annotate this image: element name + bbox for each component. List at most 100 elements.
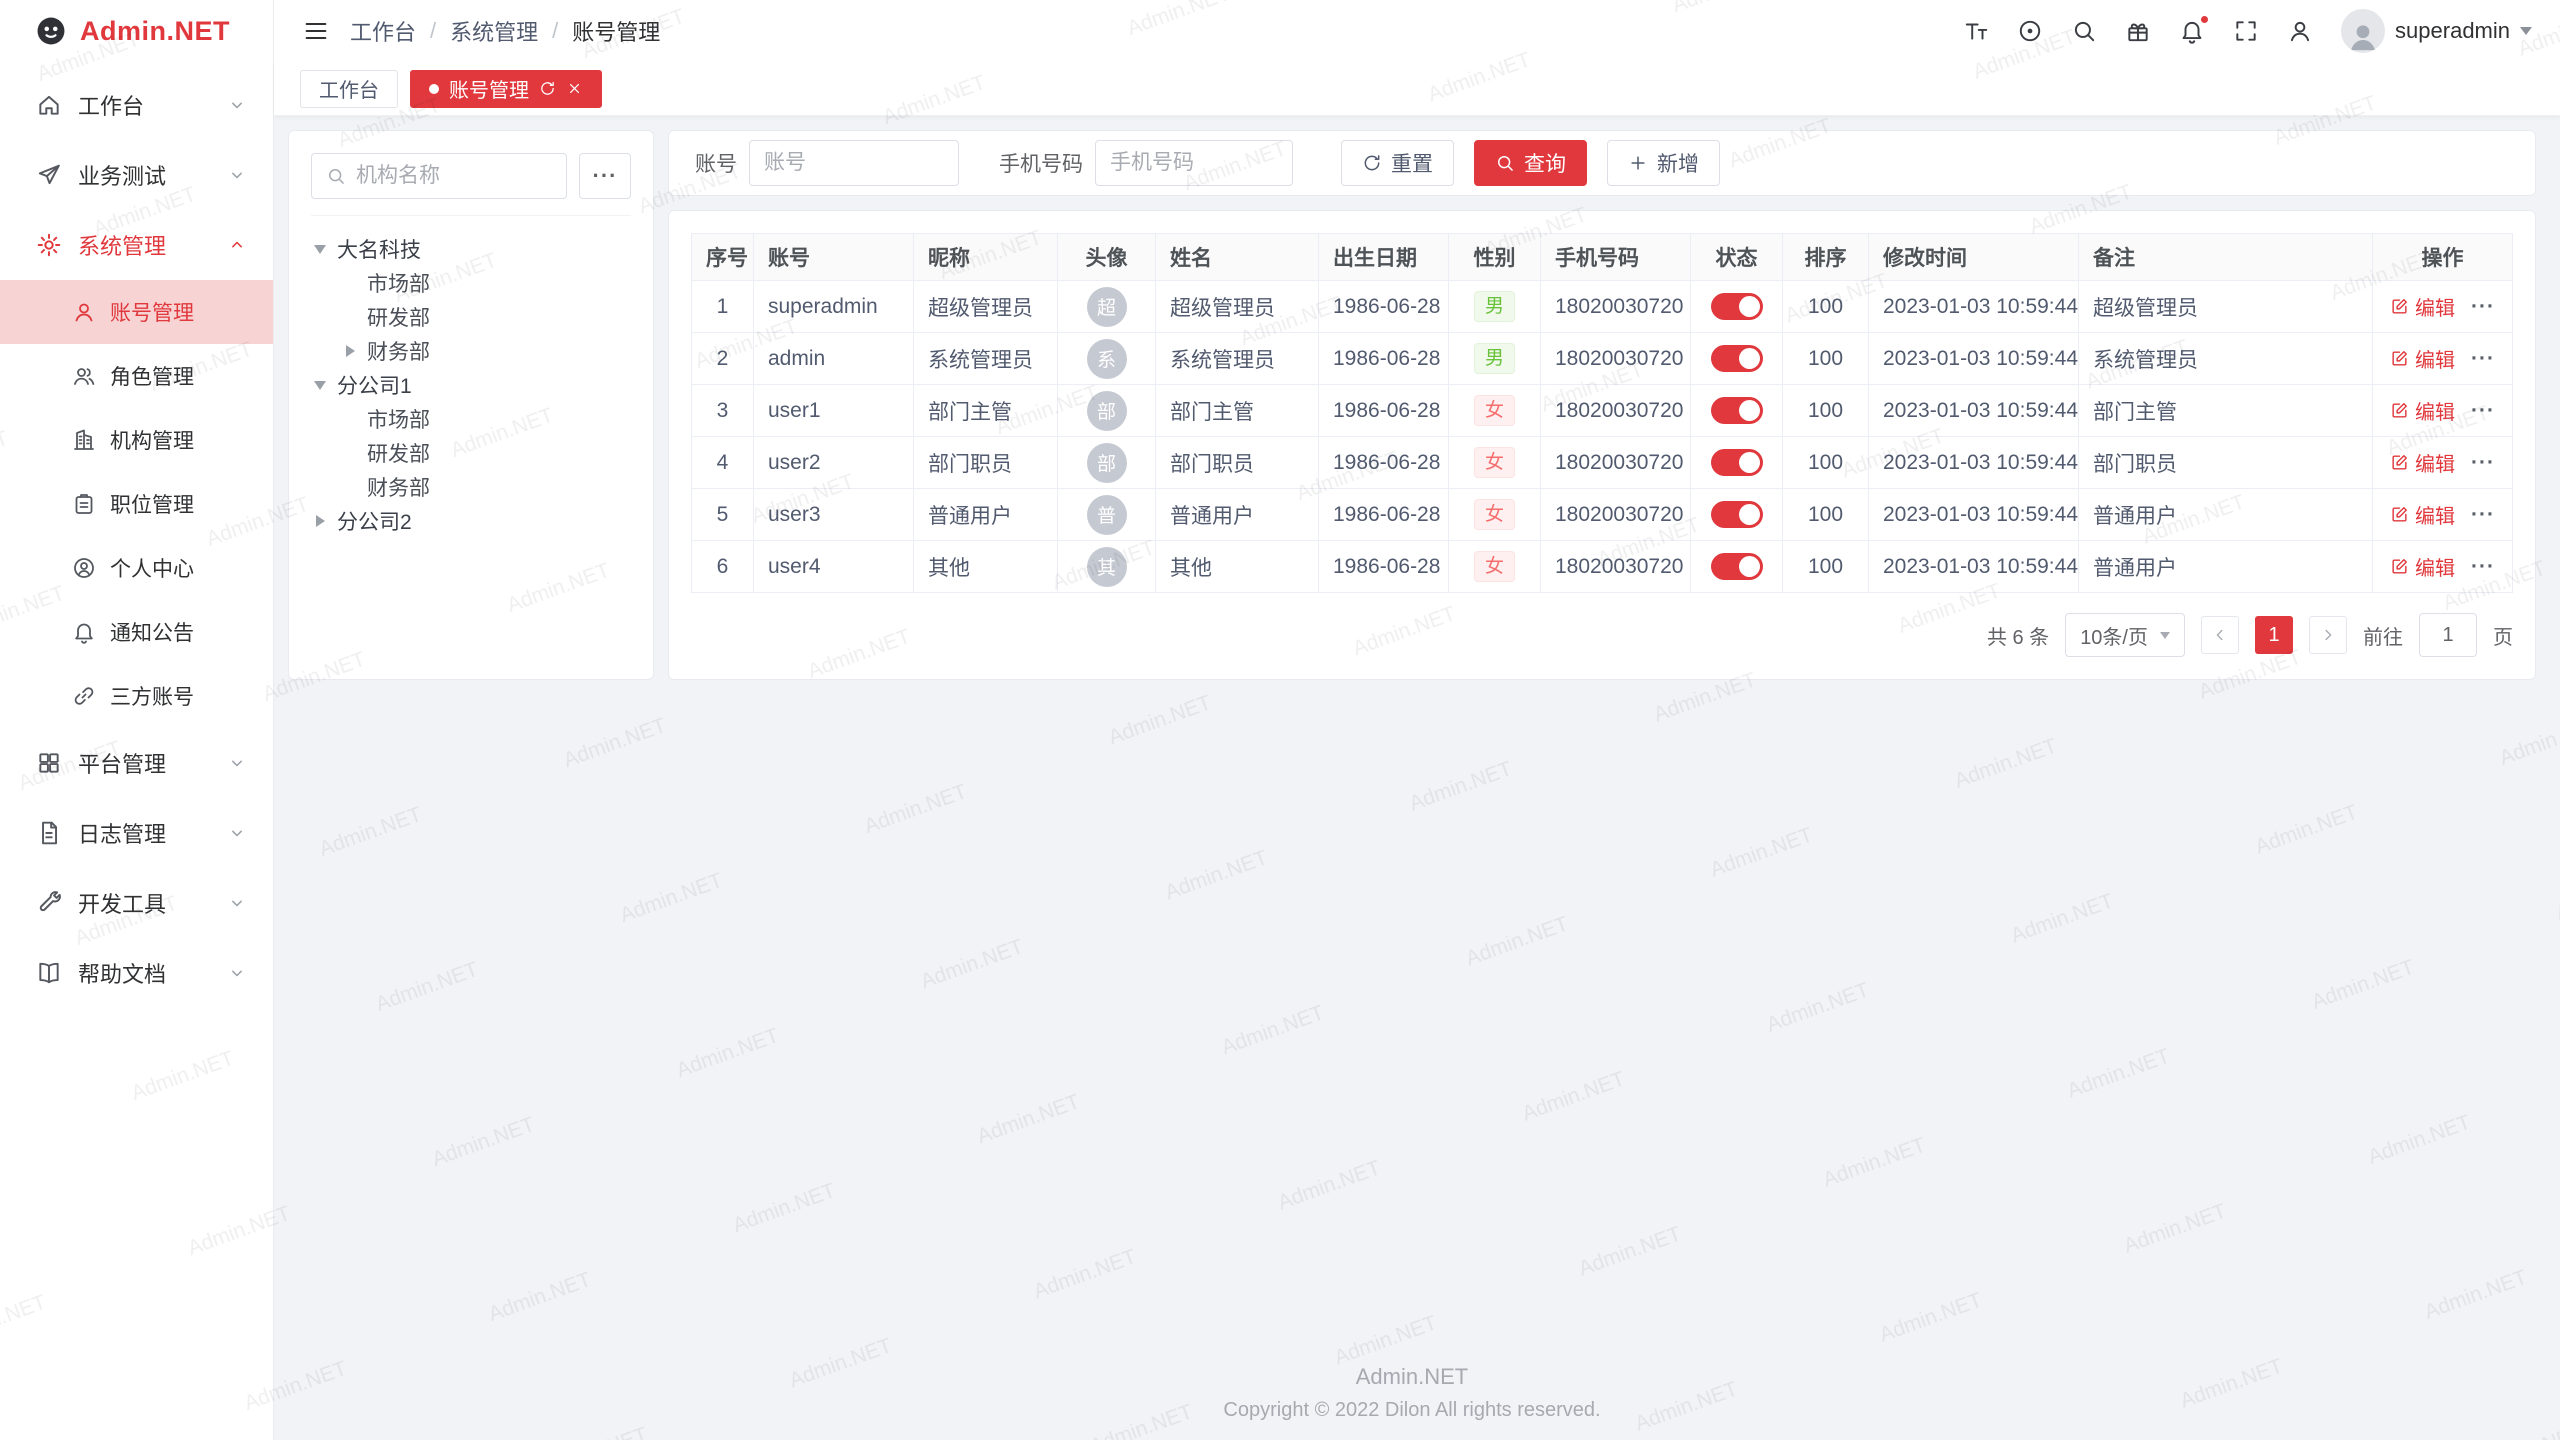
tab-label: 账号管理 [449,74,529,103]
gift-icon[interactable] [2125,18,2151,44]
hamburger-icon[interactable] [302,17,330,45]
sidebar-item-third-party-account[interactable]: 三方账号 [0,664,273,728]
refresh-icon[interactable] [539,80,556,97]
sidebar-item-notice[interactable]: 通知公告 [0,600,273,664]
row-more-button[interactable]: ··· [2471,347,2495,370]
chevron-down-icon [227,893,247,913]
reset-button[interactable]: 重置 [1341,140,1454,186]
sidebar-item-position-mgmt[interactable]: 职位管理 [0,472,273,536]
page-1-button[interactable]: 1 [2255,616,2293,654]
sidebar-item-workbench[interactable]: 工作台 [0,70,273,140]
user-menu[interactable]: superadmin [2341,9,2532,53]
org-search-field[interactable] [356,164,552,188]
status-toggle[interactable] [1711,501,1763,528]
edit-button[interactable]: 编辑 [2390,448,2455,477]
caret-placeholder [341,308,359,326]
sidebar-item-business-test[interactable]: 业务测试 [0,140,273,210]
sidebar-item-org-mgmt[interactable]: 机构管理 [0,408,273,472]
col-sort: 排序 [1783,234,1869,281]
sidebar-item-help-docs[interactable]: 帮助文档 [0,938,273,1008]
breadcrumb-item[interactable]: 工作台 [350,15,416,47]
search-icon[interactable] [2071,18,2097,44]
org-more-button[interactable]: ··· [579,153,631,199]
caret-right-icon[interactable] [311,512,329,530]
add-button[interactable]: 新增 [1607,140,1720,186]
breadcrumb-item[interactable]: 系统管理 [450,15,538,47]
caret-right-icon[interactable] [341,342,359,360]
gender-badge: 女 [1474,395,1515,427]
fullscreen-icon[interactable] [2233,18,2259,44]
col-seq: 序号 [692,234,754,281]
tree-node[interactable]: 大名科技 [311,232,631,266]
edit-button[interactable]: 编辑 [2390,292,2455,321]
status-toggle[interactable] [1711,397,1763,424]
sidebar-item-role-mgmt[interactable]: 角色管理 [0,344,273,408]
account-field[interactable] [764,151,944,175]
cell-name: 系统管理员 [1156,333,1319,385]
phone-field[interactable] [1110,151,1278,175]
tab-workbench[interactable]: 工作台 [300,70,398,108]
cell-modified: 2023-01-03 10:59:44 [1869,281,2079,333]
sidebar-item-dev-tools[interactable]: 开发工具 [0,868,273,938]
goto-page-input[interactable] [2419,613,2477,657]
col-modified: 修改时间 [1869,234,2079,281]
edit-button[interactable]: 编辑 [2390,552,2455,581]
row-avatar: 普 [1087,495,1127,535]
page-size-select[interactable]: 10条/页 [2065,613,2185,657]
user-icon [72,300,96,324]
cell-account: user2 [754,437,914,489]
tree-node[interactable]: 研发部 [311,436,631,470]
tree-node-label: 研发部 [367,302,430,332]
sidebar-item-account-mgmt[interactable]: 账号管理 [0,280,273,344]
prev-page-button[interactable] [2201,616,2239,654]
query-button[interactable]: 查询 [1474,140,1587,186]
tree-node[interactable]: 市场部 [311,266,631,300]
right-column: 账号 手机号码 重置 [668,130,2536,680]
sidebar-item-log-mgmt[interactable]: 日志管理 [0,798,273,868]
edit-button[interactable]: 编辑 [2390,344,2455,373]
row-more-button[interactable]: ··· [2471,451,2495,474]
status-toggle[interactable] [1711,345,1763,372]
tree-node[interactable]: 分公司1 [311,368,631,402]
status-toggle[interactable] [1711,293,1763,320]
tree-node[interactable]: 分公司2 [311,504,631,538]
next-page-button[interactable] [2309,616,2347,654]
account-input[interactable] [749,140,959,186]
query-label: 查询 [1524,148,1566,178]
cell-remark: 部门主管 [2079,385,2373,437]
tree-node[interactable]: 市场部 [311,402,631,436]
bell-icon [72,620,96,644]
font-size-icon[interactable] [1963,18,1989,44]
org-search-input[interactable] [311,153,567,199]
row-more-button[interactable]: ··· [2471,555,2495,578]
caret-down-icon[interactable] [311,240,329,258]
notification-icon[interactable] [2179,18,2205,44]
status-toggle[interactable] [1711,553,1763,580]
profile-icon[interactable] [2287,18,2313,44]
cell-seq: 3 [692,385,754,437]
tree-node[interactable]: 财务部 [311,470,631,504]
row-more-button[interactable]: ··· [2471,503,2495,526]
tree-node[interactable]: 财务部 [311,334,631,368]
sidebar-item-label: 开发工具 [78,887,166,919]
edit-button[interactable]: 编辑 [2390,396,2455,425]
status-toggle[interactable] [1711,449,1763,476]
sidebar-item-system-mgmt[interactable]: 系统管理 [0,210,273,280]
edit-icon [2390,297,2409,316]
theme-icon[interactable] [2017,18,2043,44]
caret-down-icon[interactable] [311,376,329,394]
tree-node[interactable]: 研发部 [311,300,631,334]
cell-actions: 编辑 ··· [2373,541,2513,593]
tab-account-mgmt[interactable]: 账号管理 [410,70,602,108]
phone-input[interactable] [1095,140,1293,186]
edit-button[interactable]: 编辑 [2390,500,2455,529]
logo[interactable]: Admin.NET [0,0,273,62]
row-more-button[interactable]: ··· [2471,295,2495,318]
close-icon[interactable] [566,80,583,97]
cell-status [1691,385,1783,437]
sidebar-item-platform-mgmt[interactable]: 平台管理 [0,728,273,798]
content: ··· 大名科技 市场部 研发部 财务部 分公司1 市场部 研发部 财务部 分公… [274,116,2560,1440]
row-more-button[interactable]: ··· [2471,399,2495,422]
row-avatar: 其 [1087,547,1127,587]
sidebar-item-personal-center[interactable]: 个人中心 [0,536,273,600]
